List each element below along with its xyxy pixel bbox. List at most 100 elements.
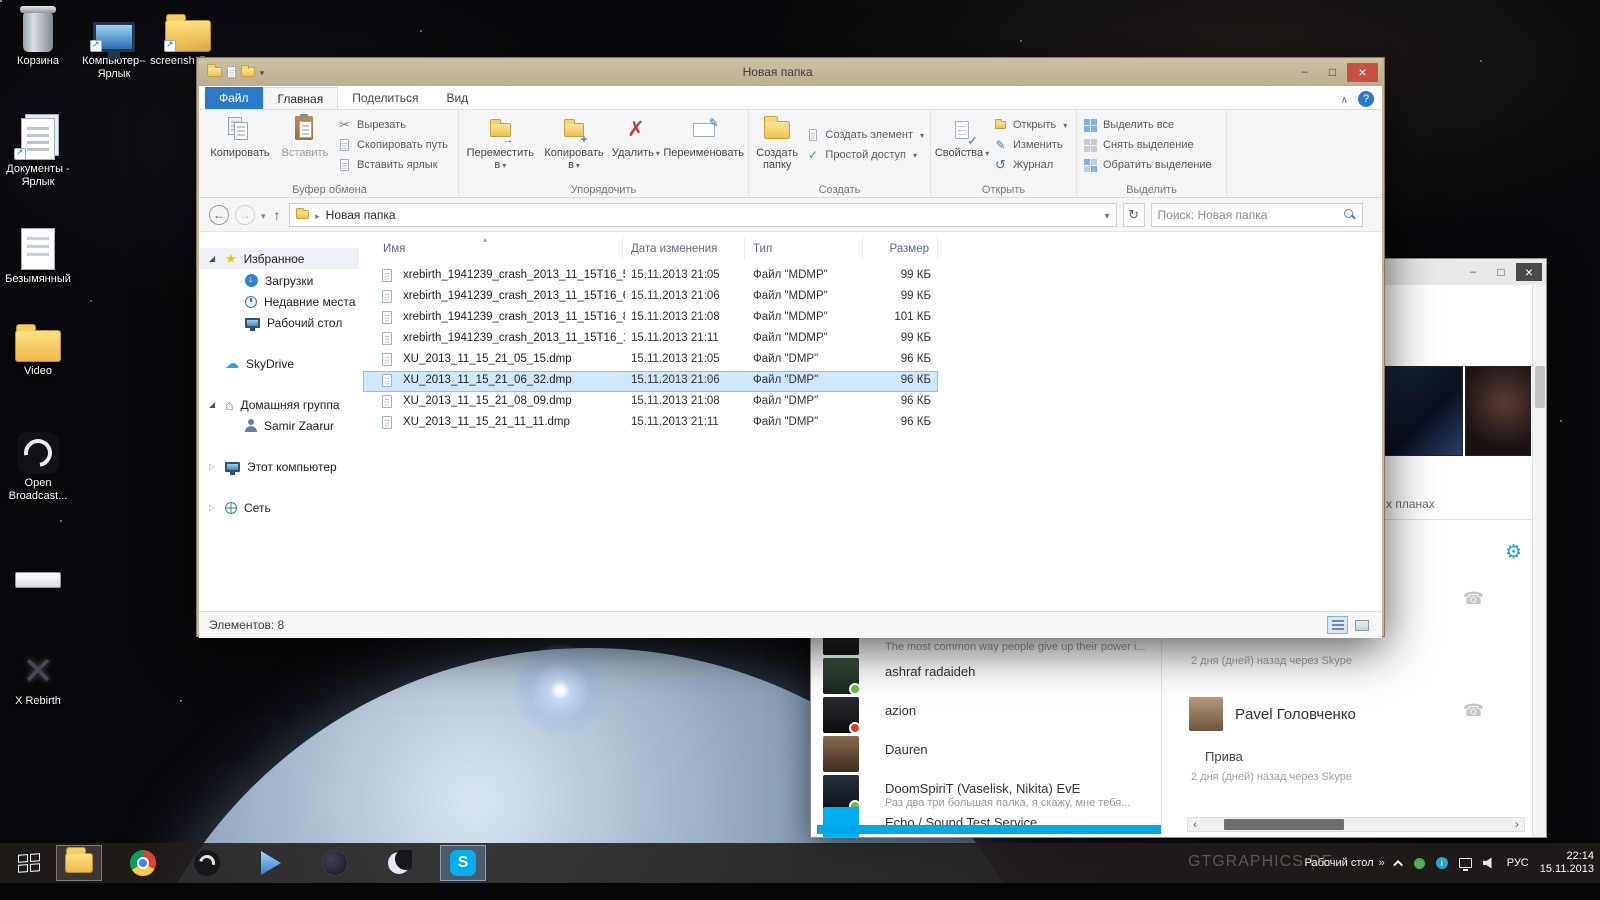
sidebar-item-this-pc[interactable]: Этот компьютер <box>199 456 359 477</box>
sidebar-item-favorites[interactable]: Избранное <box>199 248 359 269</box>
qat-new-item-icon[interactable] <box>227 66 236 77</box>
tray-info-icon[interactable] <box>1436 857 1448 869</box>
show-hidden-icons-chevron[interactable] <box>1393 859 1403 869</box>
file-row[interactable]: XU_2013_11_15_21_05_15.dmp15.11.2013 21:… <box>363 350 938 371</box>
tray-status-icon[interactable] <box>1414 858 1425 869</box>
search-input[interactable] <box>1158 208 1344 222</box>
paste-shortcut-button[interactable]: Вставить ярлык <box>334 156 451 175</box>
tab-share[interactable]: Поделиться <box>338 87 432 109</box>
tab-view[interactable]: Вид <box>432 87 482 109</box>
sidebar-item-recent[interactable]: Недавние места <box>199 291 359 312</box>
column-header-name[interactable]: Имя <box>363 238 623 260</box>
contact-row[interactable]: Dauren <box>811 736 1161 775</box>
cut-button[interactable]: Вырезать <box>334 116 451 135</box>
minimize-button[interactable] <box>1291 63 1318 82</box>
quick-access-toolbar[interactable] <box>207 63 264 81</box>
taskbar-app-dark-button[interactable] <box>312 845 358 881</box>
select-all-button[interactable]: Выделить все <box>1080 116 1215 135</box>
invert-selection-button[interactable]: Обратить выделение <box>1080 156 1215 175</box>
breadcrumb-chevron-icon[interactable] <box>315 208 320 222</box>
scroll-right-icon[interactable]: › <box>1510 819 1524 831</box>
collapse-icon[interactable] <box>209 462 215 471</box>
contact-row[interactable]: ashraf radaideh <box>811 658 1161 697</box>
file-row[interactable]: xrebirth_1941239_crash_2013_11_15T16_6..… <box>363 287 938 308</box>
desktop-toolbar[interactable]: Рабочий стол <box>1305 857 1385 869</box>
edit-button[interactable]: Изменить <box>990 136 1070 155</box>
desktop-icon-untitled[interactable]: Безымянный <box>0 222 76 286</box>
new-item-button[interactable]: Создать элемент <box>802 126 927 145</box>
title-bar[interactable]: Новая папка <box>199 58 1382 86</box>
sidebar-item-user[interactable]: Samir Zaarur <box>199 415 359 436</box>
file-row[interactable]: xrebirth_1941239_crash_2013_11_15T16_8..… <box>363 308 938 329</box>
collapse-ribbon-icon[interactable] <box>1341 90 1348 108</box>
taskbar-app-crescent-button[interactable] <box>376 845 422 881</box>
column-header-type[interactable]: Тип <box>745 238 863 260</box>
help-icon[interactable] <box>1358 91 1374 107</box>
maximize-button[interactable] <box>1488 263 1514 281</box>
call-button-icon[interactable] <box>1463 701 1484 721</box>
network-tray-icon[interactable] <box>1459 858 1472 868</box>
paste-button[interactable]: Вставить <box>276 114 334 180</box>
column-header-size[interactable]: Размер <box>863 238 938 260</box>
file-row[interactable]: xrebirth_1941239_crash_2013_11_15T16_5..… <box>363 266 938 287</box>
desktop-icon-obs[interactable]: Open Broadcast... <box>0 426 76 503</box>
sidebar-item-downloads[interactable]: Загрузки <box>199 270 359 291</box>
up-button[interactable]: ↑ <box>274 207 281 223</box>
desktop-icon-computer[interactable]: Компьютер - Ярлык <box>76 4 152 81</box>
sidebar-item-desktop[interactable]: Рабочий стол <box>199 312 359 333</box>
file-row[interactable]: XU_2013_11_15_21_08_09.dmp15.11.2013 21:… <box>363 392 938 413</box>
desktop-icon-video[interactable]: Video <box>0 314 76 378</box>
language-indicator[interactable]: РУС <box>1507 857 1529 869</box>
start-button[interactable] <box>6 845 52 881</box>
select-none-button[interactable]: Снять выделение <box>1080 136 1215 155</box>
maximize-button[interactable] <box>1319 63 1346 82</box>
history-dropdown-icon[interactable] <box>261 206 266 224</box>
qat-properties-icon[interactable] <box>241 67 255 77</box>
scrollbar-thumb[interactable] <box>1224 819 1344 830</box>
taskbar-explorer-button[interactable] <box>56 845 102 881</box>
thumbnails-view-button[interactable] <box>1351 616 1372 634</box>
scroll-left-icon[interactable]: ‹ <box>1188 819 1202 831</box>
tab-file[interactable]: Файл <box>205 87 263 109</box>
refresh-button[interactable] <box>1123 203 1145 227</box>
taskbar-media-player-button[interactable] <box>248 845 294 881</box>
search-box[interactable] <box>1151 203 1363 227</box>
details-view-button[interactable] <box>1327 616 1348 634</box>
desktop-icon-xrebirth[interactable]: X Rebirth <box>0 644 76 708</box>
new-folder-button[interactable]: Создать папку <box>752 114 802 180</box>
contact-row[interactable]: azion <box>811 697 1161 736</box>
desktop-icon-documents[interactable]: Документы - Ярлык <box>0 112 76 189</box>
tab-home[interactable]: Главная <box>263 87 339 109</box>
desktop-icon-window[interactable] <box>0 540 76 591</box>
toolbar-chevron-icon[interactable] <box>1379 857 1385 869</box>
delete-button[interactable]: Удалить <box>609 114 662 180</box>
desktop-icon-recycle-bin[interactable]: Корзина <box>0 4 76 68</box>
file-row[interactable]: XU_2013_11_15_21_11_11.dmp15.11.2013 21:… <box>363 413 938 434</box>
open-button[interactable]: Открыть <box>990 116 1070 135</box>
forward-button[interactable]: → <box>235 205 255 225</box>
collapse-icon[interactable] <box>209 503 215 512</box>
breadcrumb[interactable]: Новая папка <box>326 208 396 222</box>
close-button[interactable] <box>1516 263 1542 281</box>
address-bar[interactable]: Новая папка <box>289 203 1117 227</box>
copy-button[interactable]: Копировать <box>204 114 276 180</box>
scrollbar-thumb[interactable] <box>1535 366 1545 408</box>
volume-tray-icon[interactable] <box>1483 857 1496 869</box>
rename-button[interactable]: Переименовать <box>662 114 745 180</box>
artwork-thumbnail[interactable] <box>1465 366 1531 456</box>
horizontal-scrollbar[interactable]: ‹ › <box>1187 817 1525 832</box>
vertical-scrollbar[interactable] <box>1532 285 1546 837</box>
expand-icon[interactable] <box>209 400 215 409</box>
clock[interactable]: 22:14 15.11.2013 <box>1540 850 1594 876</box>
sidebar-item-network[interactable]: Сеть <box>199 497 359 518</box>
sidebar-item-skydrive[interactable]: SkyDrive <box>199 353 359 374</box>
history-button[interactable]: Журнал <box>990 156 1070 175</box>
back-button[interactable]: ← <box>209 205 229 225</box>
column-header-date[interactable]: Дата изменения <box>623 238 745 260</box>
properties-button[interactable]: Свойства <box>934 114 990 180</box>
phone-icon[interactable] <box>1463 589 1484 609</box>
taskbar-skype-button[interactable] <box>440 845 486 881</box>
close-button[interactable] <box>1347 63 1378 82</box>
address-dropdown-icon[interactable] <box>1105 208 1110 222</box>
copy-path-button[interactable]: Скопировать путь <box>334 136 451 155</box>
